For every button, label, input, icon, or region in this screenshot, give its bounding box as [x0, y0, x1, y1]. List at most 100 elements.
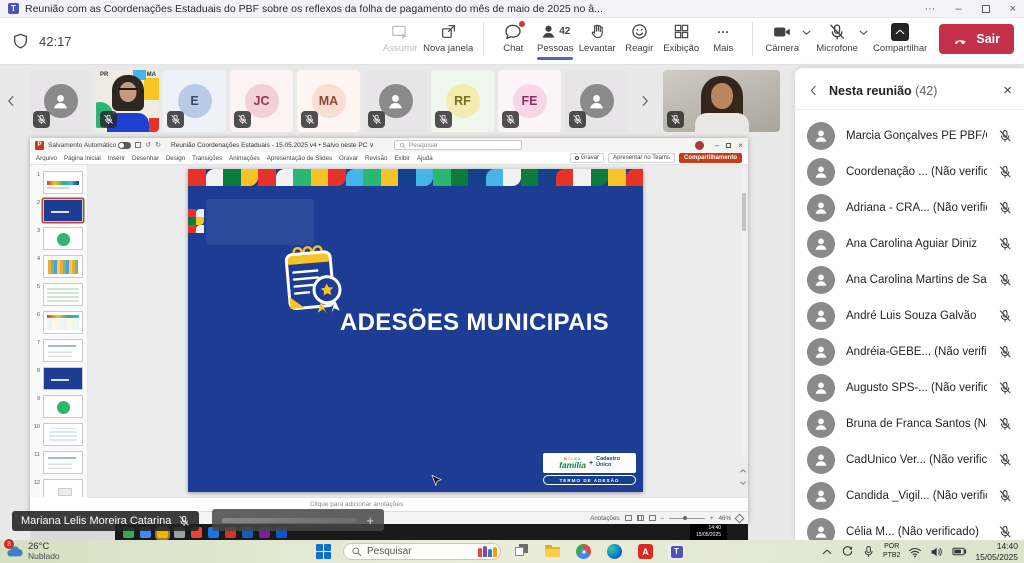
gravar-button[interactable]: Gravar: [570, 153, 604, 163]
assumir-button[interactable]: Assumir: [379, 19, 421, 57]
acrobat-icon[interactable]: A: [637, 543, 654, 560]
compartilhamento-button[interactable]: Compartilhamento: [679, 153, 742, 163]
pinned-video-tile[interactable]: [663, 70, 780, 132]
participant-video-tile[interactable]: PRMA: [96, 70, 159, 132]
wifi-icon[interactable]: [908, 545, 922, 559]
anotacoes-button[interactable]: Anotações: [590, 515, 619, 522]
participant-video-tile[interactable]: [364, 70, 427, 132]
sair-button[interactable]: Sair: [939, 24, 1014, 54]
participant-video-tile[interactable]: MA: [297, 70, 360, 132]
sync-icon[interactable]: [841, 545, 854, 558]
file-explorer-icon[interactable]: [544, 543, 561, 560]
volume-icon[interactable]: [930, 545, 944, 559]
language-switcher[interactable]: PORPTB2: [883, 543, 901, 559]
filmstrip-next-button[interactable]: [634, 84, 656, 118]
participant-row[interactable]: Candida _Vigil... (Não verificado): [795, 478, 1024, 514]
chat-button[interactable]: Chat: [492, 19, 534, 57]
ppt-search-box[interactable]: Pesquisar: [394, 140, 522, 150]
ribbon-tab[interactable]: Desenhar: [132, 155, 159, 162]
participant-video-tile[interactable]: [565, 70, 628, 132]
slide-thumbnail[interactable]: 10: [30, 420, 87, 448]
ppt-close-button[interactable]: ×: [738, 141, 743, 150]
close-button[interactable]: ×: [1010, 3, 1016, 15]
ribbon-tab[interactable]: Página Inicial: [64, 155, 101, 162]
autosave-toggle[interactable]: Salvamento Automático: [48, 142, 131, 149]
participant-row[interactable]: Ana Carolina Aguiar Diniz: [795, 226, 1024, 262]
slide-thumbnail[interactable]: 7: [30, 336, 87, 364]
participant-row[interactable]: Augusto SPS-... (Não verificado): [795, 370, 1024, 406]
titlebar-more-button[interactable]: ···: [924, 3, 935, 15]
maximize-button[interactable]: [982, 5, 990, 13]
ribbon-tab[interactable]: Transições: [192, 155, 222, 162]
participant-row[interactable]: Coordenação ... (Não verificado): [795, 154, 1024, 190]
taskbar-clock[interactable]: 14:4015/05/2025: [975, 541, 1018, 561]
undo-icon[interactable]: ↺: [145, 141, 151, 149]
participant-video-tile[interactable]: FE: [498, 70, 561, 132]
microphone-button[interactable]: Microfone: [814, 19, 860, 57]
ribbon-tab[interactable]: Ajuda: [417, 155, 433, 162]
apresentar-teams-button[interactable]: Apresentar no Teams: [608, 153, 675, 163]
fit-slide-icon[interactable]: [735, 513, 745, 523]
reagir-button[interactable]: Reagir: [618, 19, 660, 57]
slide-thumbnail[interactable]: 9: [30, 392, 87, 420]
camera-button[interactable]: Câmera: [761, 19, 803, 57]
account-avatar[interactable]: [695, 141, 704, 150]
slide-thumbnail[interactable]: 11: [30, 448, 87, 476]
zoom-percentage[interactable]: 46%: [719, 515, 731, 522]
notes-area[interactable]: Clique para adicionar anotações: [88, 497, 748, 511]
redo-icon[interactable]: ↻: [155, 141, 161, 149]
start-button[interactable]: [316, 544, 331, 559]
tray-mic-icon[interactable]: [862, 545, 875, 558]
ribbon-tab[interactable]: Revisão: [365, 155, 387, 162]
slide-sorter-icon[interactable]: [637, 515, 644, 521]
ribbon-tab[interactable]: Design: [166, 155, 185, 162]
zoom-slider[interactable]: [669, 518, 705, 519]
ribbon-tab[interactable]: Arquivo: [36, 155, 57, 162]
slide-thumbnail[interactable]: 2: [30, 196, 87, 224]
participant-row[interactable]: Célia M... (Não verificado): [795, 514, 1024, 540]
participant-row[interactable]: Andréia-GEBE... (Não verificado): [795, 334, 1024, 370]
mais-button[interactable]: ··· Mais: [702, 19, 744, 57]
teams-icon[interactable]: T: [668, 543, 685, 560]
reading-view-icon[interactable]: [649, 515, 656, 521]
participant-video-tile[interactable]: [29, 70, 92, 132]
ribbon-tab[interactable]: Animações: [229, 155, 260, 162]
participant-row[interactable]: Bruna de Franca Santos (Não ...: [795, 406, 1024, 442]
save-icon[interactable]: [135, 142, 141, 148]
chrome-icon[interactable]: [575, 543, 592, 560]
scrollbar-thumb[interactable]: [742, 193, 746, 231]
quick-access-toolbar[interactable]: ↺↻: [135, 141, 161, 149]
levantar-button[interactable]: Levantar: [576, 19, 618, 57]
participant-row[interactable]: CadÚnico Ver... (Não verificado): [795, 442, 1024, 478]
previous-slide-icon[interactable]: [739, 467, 747, 475]
slide-thumbnail[interactable]: 1: [30, 168, 87, 196]
participant-row[interactable]: Marcia Gonçalves PE PBF/CAD...: [795, 118, 1024, 154]
task-view-icon[interactable]: [513, 543, 530, 560]
pessoas-button[interactable]: 42 Pessoas: [534, 19, 576, 63]
next-slide-icon[interactable]: [739, 479, 747, 487]
participant-row[interactable]: Adriana - CRA... (Não verificado): [795, 190, 1024, 226]
ribbon-tab[interactable]: Apresentação de Slides: [267, 155, 332, 162]
ribbon-tab[interactable]: Exibir: [394, 155, 409, 162]
edge-icon[interactable]: [606, 543, 623, 560]
zoom-out-button[interactable]: –: [661, 515, 664, 522]
close-panel-icon[interactable]: ×: [1003, 83, 1012, 98]
participant-row[interactable]: André Luis Souza Galvão: [795, 298, 1024, 334]
normal-view-icon[interactable]: [625, 515, 632, 521]
minimize-button[interactable]: –: [955, 3, 961, 15]
participant-video-tile[interactable]: RF: [431, 70, 494, 132]
slide-thumbnail[interactable]: 4: [30, 252, 87, 280]
slide-thumbnail[interactable]: 3: [30, 224, 87, 252]
compartilhar-button[interactable]: Compartilhar: [871, 19, 929, 57]
taskbar-search-input[interactable]: Pesquisar: [343, 543, 501, 560]
zoom-in-button[interactable]: +: [710, 515, 714, 522]
plus-icon[interactable]: +: [366, 513, 374, 528]
ribbon-tab[interactable]: Inserir: [108, 155, 125, 162]
battery-icon[interactable]: [952, 544, 967, 559]
participant-row[interactable]: Ana Carolina Martins de Santa...: [795, 262, 1024, 298]
slide-thumbnail[interactable]: 5: [30, 280, 87, 308]
ppt-maximize-button[interactable]: [726, 143, 731, 148]
vertical-scrollbar[interactable]: [742, 169, 746, 455]
ppt-minimize-button[interactable]: –: [715, 141, 719, 150]
participant-video-tile[interactable]: JC: [230, 70, 293, 132]
